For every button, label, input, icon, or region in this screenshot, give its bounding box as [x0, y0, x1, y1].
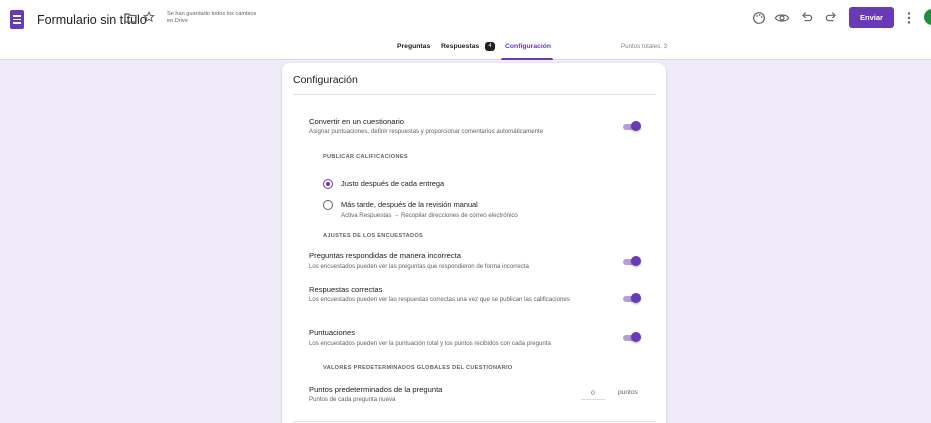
- responses-count-badge: 4: [485, 42, 495, 51]
- radio-immediately-label[interactable]: Justo después de cada entrega: [341, 179, 444, 188]
- star-icon[interactable]: [143, 11, 155, 23]
- quiz-setting-title: Convertir en un cuestionario: [309, 117, 404, 126]
- palette-icon[interactable]: [751, 10, 767, 26]
- send-button[interactable]: Enviar: [849, 7, 894, 28]
- forms-doc-icon[interactable]: [10, 10, 24, 29]
- default-points-title: Puntos predeterminados de la pregunta: [309, 385, 443, 394]
- point-values-desc: Los encuestados pueden ver la puntuación…: [309, 340, 551, 347]
- missed-questions-toggle[interactable]: [623, 256, 641, 266]
- more-vert-icon[interactable]: [906, 11, 912, 25]
- radio-later[interactable]: [323, 200, 333, 210]
- redo-icon[interactable]: [823, 10, 839, 26]
- tab-bar: Preguntas Respuestas 4 Configuración Pun…: [0, 40, 931, 60]
- tab-questions[interactable]: Preguntas: [397, 43, 430, 50]
- correct-answers-toggle[interactable]: [623, 293, 641, 303]
- radio-immediately[interactable]: [323, 179, 333, 189]
- quiz-setting-desc: Asignar puntuaciones, definir respuestas…: [309, 128, 544, 135]
- folder-icon[interactable]: [124, 12, 137, 23]
- correct-answers-title: Respuestas correctas: [309, 285, 383, 294]
- undo-icon[interactable]: [799, 10, 815, 26]
- tab-settings[interactable]: Configuración: [505, 43, 551, 50]
- save-status: Se han guardado todos los cambios en Dri…: [167, 11, 257, 24]
- radio-later-label[interactable]: Más tarde, después de la revisión manual: [341, 200, 478, 209]
- correct-answers-desc: Los encuestados pueden ver las respuesta…: [309, 296, 570, 303]
- eye-icon[interactable]: [774, 10, 790, 26]
- tab-responses[interactable]: Respuestas: [441, 43, 479, 50]
- global-defaults-heading: VALORES PREDETERMINADOS GLOBALES DEL CUE…: [323, 365, 513, 371]
- quiz-toggle[interactable]: [623, 121, 641, 131]
- default-points-desc: Puntos de cada pregunta nueva: [309, 396, 396, 403]
- missed-questions-desc: Los encuestados pueden ver las preguntas…: [309, 263, 529, 270]
- default-points-unit: puntos: [618, 389, 638, 396]
- avatar[interactable]: [924, 9, 931, 25]
- top-bar: Formulario sin título Se han guardado to…: [0, 0, 931, 60]
- divider: [293, 94, 656, 95]
- missed-questions-title: Preguntas respondidas de manera incorrec…: [309, 251, 461, 260]
- radio-later-note: Activa Respuestas → Recopilar direccione…: [341, 212, 518, 219]
- divider-bottom: [293, 421, 656, 422]
- point-values-title: Puntuaciones: [309, 328, 356, 337]
- total-points: Puntos totales: 3: [621, 43, 668, 50]
- respondent-settings-heading: AJUSTES DE LOS ENCUESTADOS: [323, 233, 424, 239]
- publish-grades-heading: PUBLICAR CALIFICACIONES: [323, 154, 408, 160]
- active-tab-indicator: [501, 58, 553, 60]
- settings-card: Configuración Convertir en un cuestionar…: [282, 63, 666, 423]
- point-values-toggle[interactable]: [623, 332, 641, 342]
- settings-title: Configuración: [293, 74, 358, 86]
- default-points-input[interactable]: 0: [581, 388, 605, 400]
